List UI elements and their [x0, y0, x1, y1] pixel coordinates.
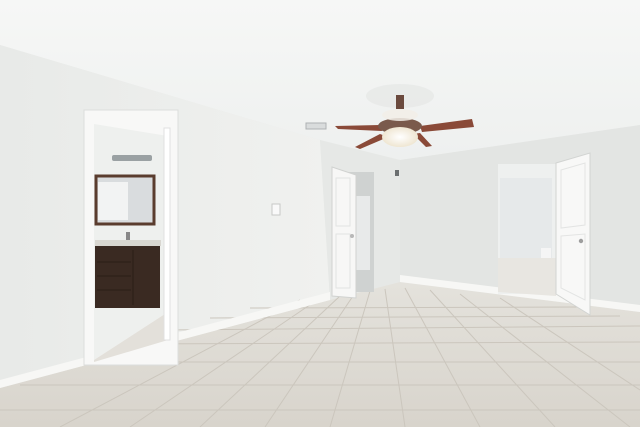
vanity-cabinet[interactable] — [95, 246, 160, 308]
closet-doorway[interactable] — [331, 166, 374, 299]
fan-light-icon — [382, 127, 418, 147]
faucet-icon — [126, 232, 130, 240]
vanity-light-icon — [112, 155, 152, 161]
vanity-counter — [95, 240, 161, 246]
door-knob-icon[interactable] — [578, 238, 584, 244]
room-scene — [0, 0, 640, 427]
hallway-doorway[interactable] — [498, 152, 591, 316]
light-switch[interactable] — [271, 203, 281, 216]
wall-sensor — [395, 170, 399, 176]
ceiling-vent — [305, 122, 327, 130]
bathroom-doorway[interactable] — [83, 109, 179, 366]
door-knob-icon[interactable] — [350, 234, 354, 238]
